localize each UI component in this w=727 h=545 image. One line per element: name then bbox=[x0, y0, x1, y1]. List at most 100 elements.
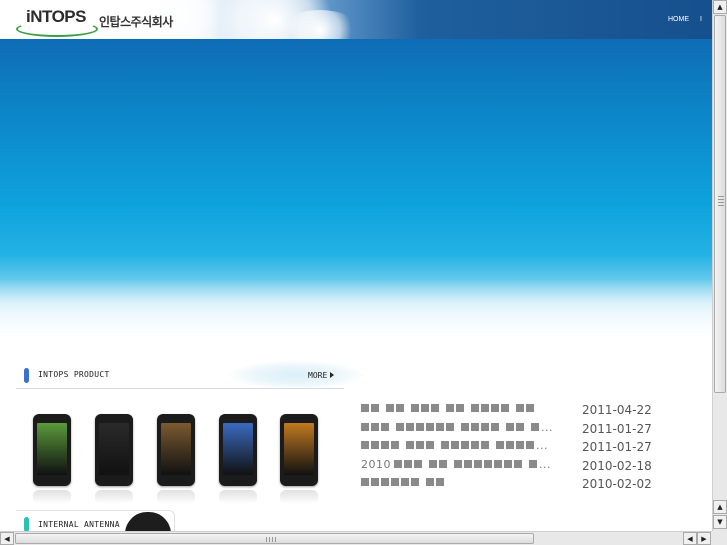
news-date: 2010-02-18 bbox=[582, 458, 652, 473]
unrendered-glyph bbox=[494, 459, 502, 468]
arrow-up-icon: ▲ bbox=[717, 503, 723, 511]
unrendered-glyph bbox=[426, 441, 434, 449]
unrendered-glyph bbox=[381, 478, 389, 486]
news-title[interactable]: ... bbox=[361, 421, 553, 434]
unrendered-glyph bbox=[406, 422, 414, 431]
unrendered-glyph bbox=[471, 422, 479, 431]
unrendered-glyph bbox=[429, 459, 437, 468]
unrendered-glyph bbox=[474, 459, 482, 468]
unrendered-glyph bbox=[529, 459, 537, 468]
unrendered-glyph bbox=[416, 441, 424, 449]
product-more-link[interactable]: MORE bbox=[308, 371, 335, 380]
unrendered-glyph bbox=[464, 459, 472, 468]
unrendered-glyph bbox=[516, 441, 524, 449]
hero-sky-banner bbox=[0, 39, 712, 339]
company-name: 인탑스주식회사 bbox=[99, 15, 173, 29]
news-item[interactable]: 2010... 2010-02-18 bbox=[361, 458, 661, 477]
logo-text: iNTOPS bbox=[26, 7, 86, 26]
arrow-left-icon: ◀ bbox=[687, 535, 693, 543]
news-title[interactable]: ... bbox=[361, 439, 548, 452]
header-cloud-decoration bbox=[226, 360, 366, 390]
product-phone-5[interactable] bbox=[280, 414, 318, 504]
antenna-section-title: INTERNAL ANTENNA bbox=[38, 520, 120, 529]
unrendered-glyph bbox=[396, 422, 404, 431]
nav-separator: I bbox=[699, 16, 702, 23]
scroll-up-button-secondary[interactable]: ▲ bbox=[713, 500, 727, 514]
scroll-left-button[interactable]: ◀ bbox=[0, 532, 14, 545]
unrendered-glyph bbox=[481, 441, 489, 449]
unrendered-glyph bbox=[361, 478, 369, 486]
phone-screen bbox=[37, 423, 67, 475]
product-phone-4[interactable] bbox=[219, 414, 257, 504]
unrendered-glyph bbox=[381, 422, 389, 431]
unrendered-glyph bbox=[436, 422, 444, 431]
news-item[interactable]: 2011-04-22 bbox=[361, 402, 661, 421]
unrendered-glyph bbox=[481, 404, 489, 412]
site-logo[interactable]: iNTOPS bbox=[16, 7, 98, 37]
news-title[interactable] bbox=[361, 476, 446, 489]
unrendered-glyph bbox=[501, 404, 509, 412]
phone-reflection bbox=[33, 490, 71, 504]
unrendered-glyph bbox=[371, 404, 379, 412]
nav-home-link[interactable]: HOME bbox=[668, 16, 689, 23]
unrendered-glyph bbox=[401, 478, 409, 486]
unrendered-glyph bbox=[516, 404, 524, 412]
unrendered-glyph bbox=[414, 459, 422, 468]
scroll-left-button-secondary[interactable]: ◀ bbox=[683, 532, 697, 545]
unrendered-glyph bbox=[371, 422, 379, 431]
grip-line bbox=[269, 537, 270, 542]
unrendered-glyph bbox=[526, 404, 534, 412]
product-phone-1[interactable] bbox=[33, 414, 71, 504]
news-title[interactable]: 2010... bbox=[361, 458, 551, 471]
unrendered-glyph bbox=[531, 422, 539, 431]
unrendered-glyph bbox=[461, 441, 469, 449]
news-item[interactable]: 2010-02-02 bbox=[361, 476, 661, 495]
news-date: 2011-01-27 bbox=[582, 440, 652, 454]
unrendered-glyph bbox=[361, 404, 369, 412]
unrendered-glyph bbox=[391, 441, 399, 449]
phone-reflection bbox=[219, 490, 257, 504]
unrendered-glyph bbox=[416, 422, 424, 431]
unrendered-glyph bbox=[411, 404, 419, 412]
unrendered-glyph bbox=[471, 441, 479, 449]
scroll-down-button[interactable]: ▼ bbox=[713, 515, 727, 529]
phone-screen bbox=[223, 423, 253, 475]
unrendered-glyph bbox=[361, 441, 369, 449]
unrendered-glyph bbox=[441, 441, 449, 449]
vertical-scroll-thumb[interactable] bbox=[714, 15, 726, 393]
scroll-right-button[interactable]: ▶ bbox=[697, 532, 711, 545]
unrendered-glyph bbox=[371, 478, 379, 486]
unrendered-glyph bbox=[371, 441, 379, 449]
section-bullet-icon bbox=[24, 517, 29, 531]
product-section-header: INTOPS PRODUCT MORE bbox=[16, 360, 366, 390]
unrendered-glyph bbox=[404, 459, 412, 468]
scrollbar-corner bbox=[712, 531, 727, 545]
unrendered-glyph bbox=[406, 441, 414, 449]
arrow-down-icon: ▼ bbox=[717, 518, 723, 526]
unrendered-glyph bbox=[396, 404, 404, 412]
unrendered-glyph bbox=[491, 404, 499, 412]
product-phone-3[interactable] bbox=[157, 414, 195, 504]
grip-line bbox=[718, 196, 724, 197]
grip-line bbox=[272, 537, 273, 542]
product-phone-2[interactable] bbox=[95, 414, 133, 504]
horizontal-scroll-thumb[interactable] bbox=[15, 533, 534, 544]
unrendered-glyph bbox=[451, 441, 459, 449]
scroll-up-button[interactable]: ▲ bbox=[713, 0, 727, 14]
unrendered-glyph bbox=[439, 459, 447, 468]
phone-screen bbox=[99, 423, 129, 475]
unrendered-glyph bbox=[454, 459, 462, 468]
unrendered-glyph bbox=[386, 404, 394, 412]
unrendered-glyph bbox=[411, 478, 419, 486]
unrendered-glyph bbox=[506, 441, 514, 449]
unrendered-glyph bbox=[516, 422, 524, 431]
unrendered-glyph bbox=[381, 441, 389, 449]
hero-cloud-haze bbox=[0, 279, 712, 339]
vertical-scrollbar[interactable]: ▲ ▲ ▼ bbox=[712, 0, 727, 531]
news-item[interactable]: ... 2011-01-27 bbox=[361, 439, 661, 458]
news-title[interactable] bbox=[361, 402, 536, 415]
news-item[interactable]: ... 2011-01-27 bbox=[361, 421, 661, 440]
horizontal-scrollbar[interactable]: ◀ ◀ ▶ bbox=[0, 531, 712, 545]
site-header: iNTOPS 인탑스주식회사 HOME I CO bbox=[0, 0, 712, 50]
more-label: MORE bbox=[308, 371, 328, 380]
